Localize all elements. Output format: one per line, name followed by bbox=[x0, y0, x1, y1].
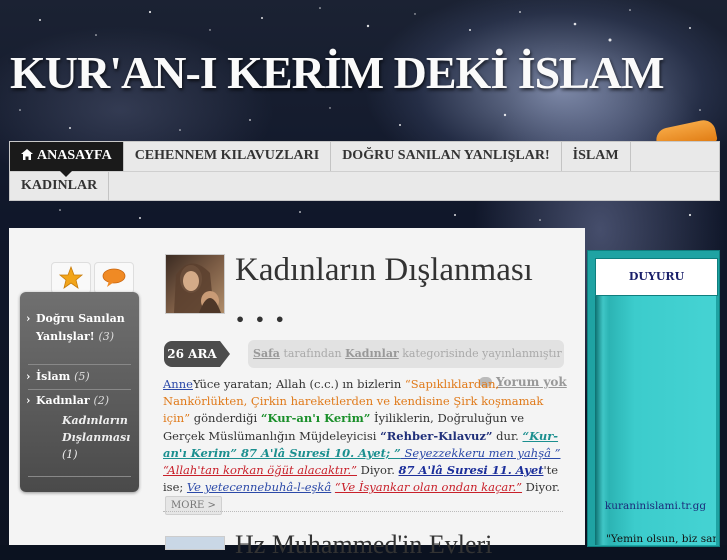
main-nav: ANASAYFA CEHENNEM KILAVUZLARI DOĞRU SANI… bbox=[9, 141, 720, 201]
post-category-link[interactable]: Kadınlar bbox=[345, 347, 399, 360]
sidebar-item-kadinlar[interactable]: › Kadınlar (2) bbox=[26, 392, 131, 410]
favorite-button[interactable] bbox=[51, 262, 91, 294]
sidebar-item-label: İslam bbox=[36, 370, 71, 383]
excerpt-quote: “Rehber-Kılavuz” bbox=[380, 428, 493, 443]
excerpt-text: Diyor. bbox=[357, 463, 399, 478]
post-divider bbox=[163, 511, 563, 512]
comment-button[interactable] bbox=[94, 262, 134, 294]
nav-item-label: ANASAYFA bbox=[37, 148, 112, 163]
sidebar-subitem-count: (1) bbox=[62, 448, 78, 461]
excerpt-text: gönderdiği bbox=[190, 411, 261, 426]
announcement-link[interactable]: kuraninislami.tr.gg bbox=[595, 500, 716, 512]
excerpt-link-ve-isyankar[interactable]: “Ve İsyankar olan ondan kaçar.” bbox=[335, 480, 522, 494]
sidebar-divider bbox=[28, 389, 131, 390]
post-thumbnail[interactable] bbox=[165, 254, 225, 314]
sidebar-subitem-kadinlarin-dislanmasi[interactable]: Kadınların Dışlanması (1) bbox=[62, 412, 132, 463]
excerpt-text: Yüce yaratan; Allah (c.c.) ın bizlerin bbox=[192, 377, 405, 391]
post-meta-text: kategorisinde yayınlanmıştır bbox=[402, 347, 562, 360]
nav-item-dogru-sanilan-yanlislar[interactable]: DOĞRU SANILAN YANLIŞLAR! bbox=[331, 142, 562, 171]
nav-item-cehennem-kilavuzlari[interactable]: CEHENNEM KILAVUZLARI bbox=[124, 142, 332, 171]
excerpt-link-allahtan[interactable]: “Allah'tan korkan öğüt alacaktır.” bbox=[163, 463, 357, 477]
announcement-quote: "Yemin olsun, biz sana bbox=[606, 533, 716, 545]
sidebar-item-dogru-sanilan[interactable]: › Doğru Sanılan Yanlışlar! (3) bbox=[26, 310, 131, 346]
excerpt-link-anne[interactable]: Anne bbox=[163, 377, 193, 391]
speech-bubble-icon bbox=[102, 268, 126, 287]
sidebar-item-count: (5) bbox=[74, 370, 90, 383]
more-button[interactable]: MORE > bbox=[165, 496, 222, 516]
sidebar-divider bbox=[28, 476, 131, 477]
sidebar-item-islam[interactable]: › İslam (5) bbox=[26, 368, 131, 386]
sidebar-subitem-label: Kadınların Dışlanması bbox=[62, 414, 131, 444]
sidebar-item-label: Kadınlar bbox=[36, 394, 90, 407]
excerpt-text: Diyor. bbox=[522, 480, 560, 495]
home-icon bbox=[21, 149, 33, 160]
post-meta-text: tarafından bbox=[283, 347, 342, 360]
nav-item-kadinlar[interactable]: KADINLAR bbox=[10, 172, 110, 201]
excerpt-text: dur. bbox=[492, 428, 523, 443]
nav-row-1: ANASAYFA CEHENNEM KILAVUZLARI DOĞRU SANI… bbox=[10, 142, 719, 177]
next-post-title[interactable]: Hz Muhammed'in Evleri bbox=[235, 530, 492, 560]
nav-row-2: KADINLAR bbox=[10, 171, 719, 201]
post-title-dots: • • • bbox=[235, 310, 287, 329]
next-post-thumbnail[interactable] bbox=[165, 536, 225, 550]
nav-item-anasayfa[interactable]: ANASAYFA bbox=[10, 142, 124, 177]
excerpt-link-ve-yetecennebuha[interactable]: Ve yetecennebuhâ-l-eşkâ bbox=[187, 480, 331, 494]
site-title[interactable]: KUR'AN-I KERİM DEKİ İSLAM bbox=[10, 46, 665, 99]
sidebar-item-count: (2) bbox=[93, 394, 110, 407]
excerpt-link-seyezzekkeru[interactable]: Seyezzekkeru men yahşâ ” bbox=[401, 446, 560, 460]
nav-item-islam[interactable]: İSLAM bbox=[562, 142, 631, 171]
post-excerpt: AnneYüce yaratan; Allah (c.c.) ın bizler… bbox=[163, 376, 563, 516]
post-meta: Safa tarafından Kadınlar kategorisinde y… bbox=[248, 340, 564, 368]
post-author-link[interactable]: Safa bbox=[253, 347, 280, 360]
post-thumbnail-image bbox=[174, 263, 221, 313]
star-icon bbox=[58, 265, 84, 289]
post-title[interactable]: Kadınların Dışlanması bbox=[235, 252, 533, 289]
category-sidebar: › Doğru Sanılan Yanlışlar! (3) › İslam (5… bbox=[20, 292, 139, 492]
announcement-panel-title: DUYURU PANOMUZ bbox=[595, 258, 718, 319]
excerpt-link-ayet-11[interactable]: 87 A'lâ Suresi 11. Ayet bbox=[399, 463, 544, 477]
sidebar-item-count: (3) bbox=[98, 330, 115, 343]
excerpt-quote: “Kur-an'ı Kerim” bbox=[260, 411, 371, 426]
sidebar-divider bbox=[28, 364, 131, 365]
post-date-badge: 26 ARA bbox=[164, 341, 230, 367]
